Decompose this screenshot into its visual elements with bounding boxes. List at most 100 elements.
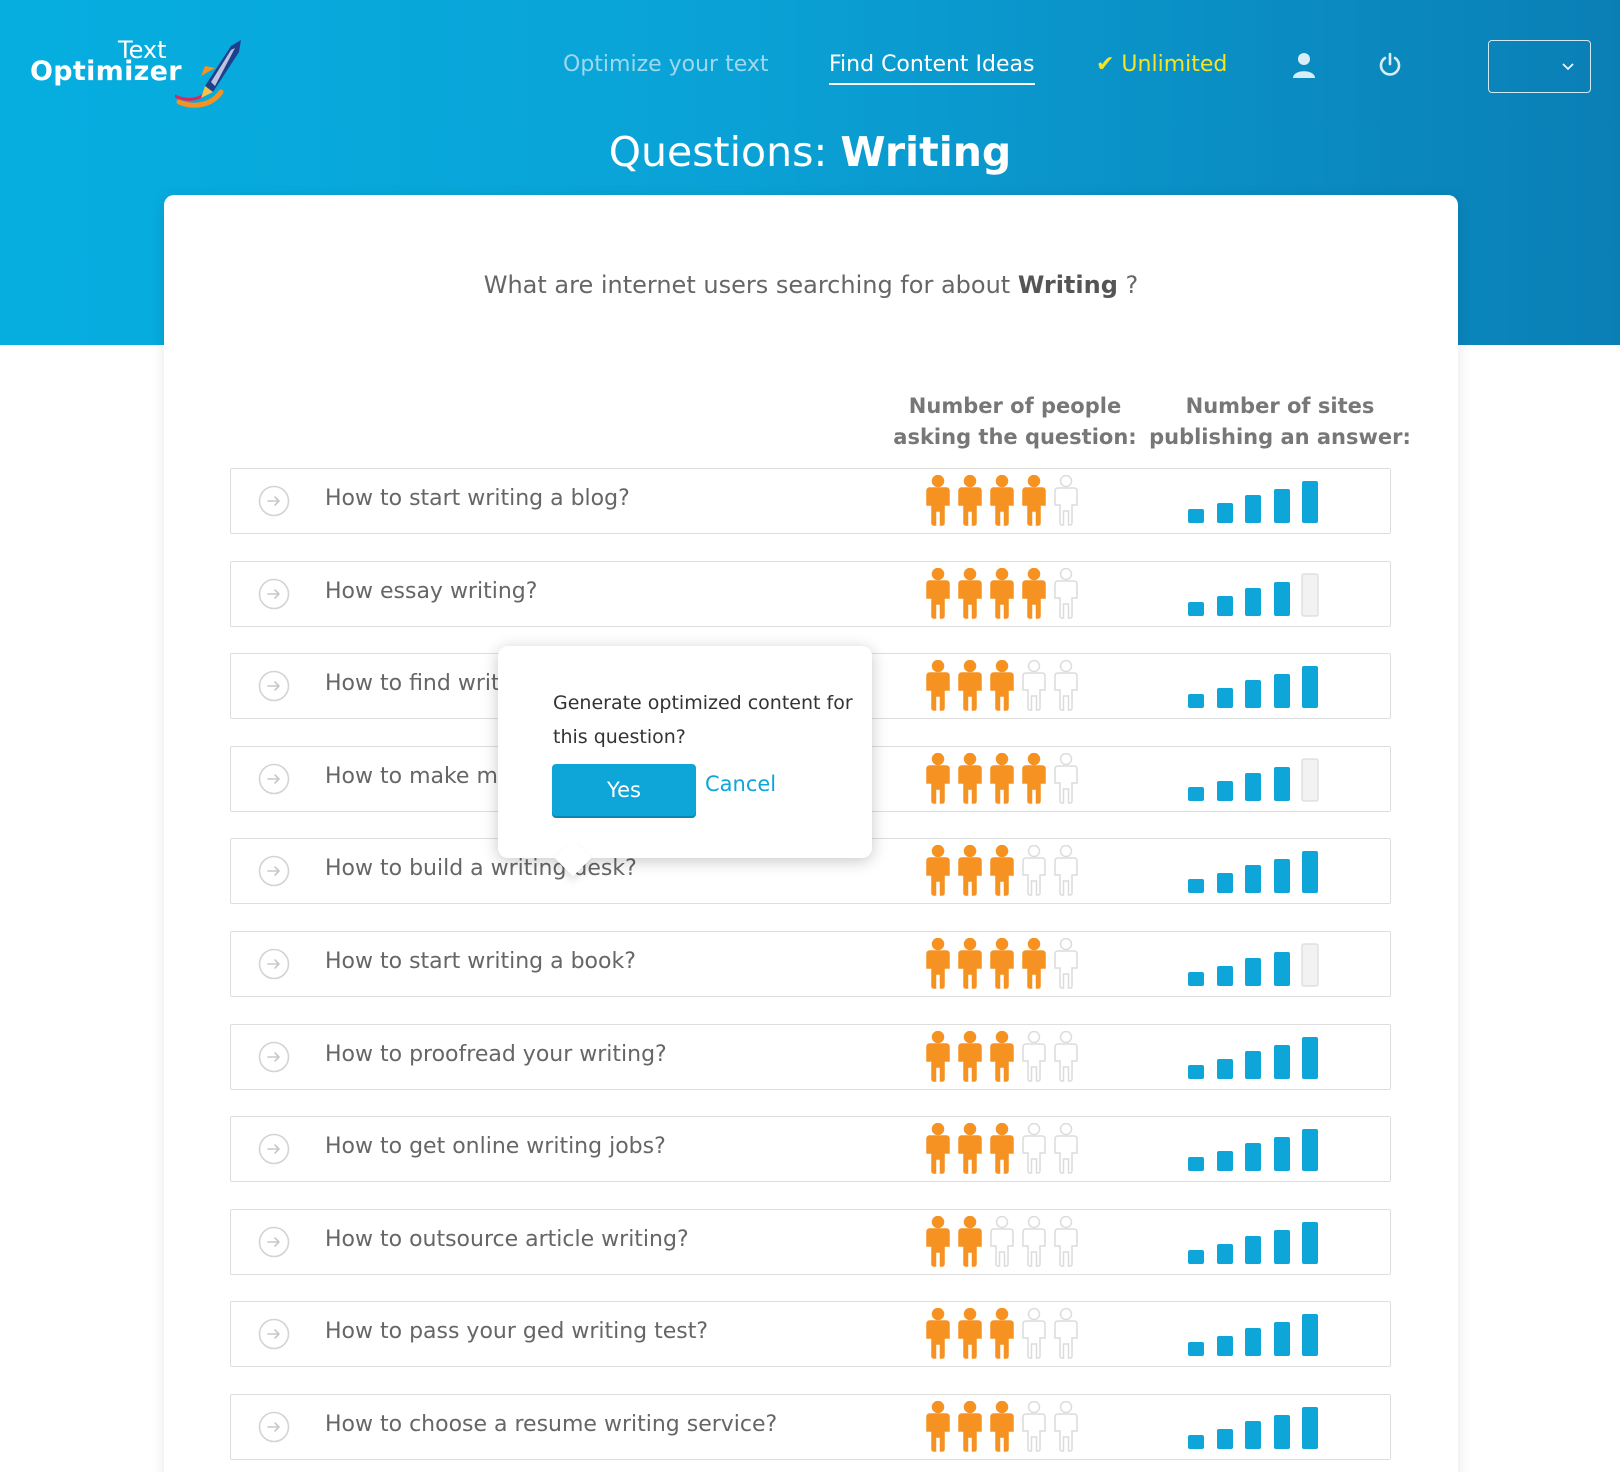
arrow-right-circle-icon[interactable] <box>258 578 290 610</box>
arrow-right-circle-icon[interactable] <box>258 1133 290 1165</box>
site-bar-active <box>1188 879 1204 894</box>
person-icon-active <box>958 1401 982 1452</box>
sites-rating <box>1188 481 1318 523</box>
cancel-button[interactable]: Cancel <box>705 772 776 796</box>
site-bar-active <box>1245 495 1261 523</box>
person-icon-active <box>958 567 982 619</box>
site-bar-active <box>1274 1044 1290 1079</box>
person-icon-inactive <box>1054 752 1078 804</box>
generate-content-popover: Generate optimized content for this ques… <box>498 646 872 877</box>
arrow-right-circle-icon[interactable] <box>258 1226 290 1258</box>
arrow-right-circle-icon[interactable] <box>258 670 290 702</box>
site-bar-active <box>1245 772 1261 801</box>
language-select[interactable] <box>1488 40 1591 93</box>
arrow-right-circle-icon[interactable] <box>258 948 290 980</box>
person-icon-inactive <box>1022 1030 1046 1082</box>
person-icon-active <box>926 752 950 804</box>
question-row[interactable]: How to choose a resume writing service? <box>230 1394 1391 1460</box>
site-bar-active <box>1274 489 1290 523</box>
user-icon[interactable] <box>1292 52 1316 78</box>
column-header-sites-line1: Number of sites <box>1185 394 1375 418</box>
person-icon-active <box>958 938 982 989</box>
person-icon-inactive <box>1022 1215 1046 1267</box>
site-bar-active <box>1188 694 1204 709</box>
text-optimizer-logo[interactable]: Text Optimizer <box>30 36 241 110</box>
site-bar-active <box>1217 1336 1233 1357</box>
arrow-right-circle-icon[interactable] <box>258 1318 290 1350</box>
chevron-down-icon <box>1562 63 1574 71</box>
site-bar-active <box>1188 601 1204 616</box>
site-bar-active <box>1274 952 1290 986</box>
site-bar-active <box>1245 1143 1261 1172</box>
question-row[interactable]: How to get online writing jobs? <box>230 1116 1391 1183</box>
person-icon-active <box>990 845 1014 897</box>
site-bar-active <box>1217 1429 1233 1449</box>
site-bar-active <box>1217 1151 1233 1172</box>
sites-rating <box>1188 1129 1318 1172</box>
people-rating <box>926 567 1078 619</box>
site-bar-active <box>1217 688 1233 709</box>
person-icon-inactive <box>1022 660 1046 711</box>
site-bar-active <box>1274 674 1290 709</box>
person-icon-active <box>958 1308 982 1360</box>
question-row[interactable]: How to proofread your writing? <box>230 1023 1391 1090</box>
question-text: How essay writing? <box>325 578 538 604</box>
arrow-right-circle-icon[interactable] <box>258 485 290 517</box>
site-bar-active <box>1245 1235 1261 1264</box>
question-text: How to proofread your writing? <box>325 1041 667 1067</box>
question-text: How to choose a resume writing service? <box>325 1412 778 1437</box>
site-bar-active <box>1188 1157 1204 1172</box>
column-header-people-line1: Number of people <box>908 394 1122 418</box>
person-icon-active <box>990 475 1014 526</box>
site-bar-active <box>1274 1229 1290 1264</box>
page-title: Questions: Writing <box>0 128 1620 176</box>
column-header-people: Number of people asking the question: <box>880 391 1150 453</box>
person-icon-inactive <box>1054 845 1078 897</box>
question-row[interactable]: How to start writing a blog? <box>230 468 1391 534</box>
site-bar-active <box>1245 1421 1261 1449</box>
person-icon-inactive <box>1054 567 1078 619</box>
site-bar-active <box>1245 865 1261 894</box>
site-bar-active <box>1302 1221 1318 1264</box>
subtitle-prefix: What are internet users searching for ab… <box>483 271 1018 299</box>
person-icon-inactive <box>1022 1123 1046 1174</box>
person-icon-inactive <box>1054 475 1078 526</box>
site-bar-active <box>1188 1249 1204 1264</box>
person-icon-active <box>958 1030 982 1082</box>
unlimited-plan-badge[interactable]: ✔ Unlimited <box>1096 52 1227 77</box>
people-rating <box>926 1123 1078 1174</box>
nav-find-content-ideas[interactable]: Find Content Ideas <box>829 52 1035 85</box>
person-icon-inactive <box>1054 1030 1078 1082</box>
logo-text-bottom: Optimizer <box>30 56 182 87</box>
people-rating <box>926 660 1078 711</box>
yes-button[interactable]: Yes <box>552 764 696 816</box>
pencil-rocket-icon <box>175 40 241 108</box>
question-text: How to get online writing jobs? <box>325 1134 666 1160</box>
question-row[interactable]: How to outsource article writing? <box>230 1208 1391 1275</box>
sites-rating <box>1188 1036 1318 1079</box>
nav-optimize-your-text[interactable]: Optimize your text <box>563 52 769 77</box>
person-icon-inactive <box>1022 1401 1046 1452</box>
people-rating <box>926 1308 1078 1360</box>
site-bar-inactive <box>1301 758 1319 802</box>
arrow-right-circle-icon[interactable] <box>258 1411 290 1443</box>
arrow-right-circle-icon[interactable] <box>258 855 290 887</box>
person-icon-active <box>990 752 1014 804</box>
question-row[interactable]: How essay writing? <box>230 560 1391 627</box>
site-bar-active <box>1274 766 1290 801</box>
arrow-right-circle-icon[interactable] <box>258 763 290 795</box>
person-icon-active <box>1022 752 1046 804</box>
person-icon-active <box>990 1030 1014 1082</box>
sites-rating <box>1188 758 1319 802</box>
question-row[interactable]: How to pass your ged writing test? <box>230 1301 1391 1368</box>
person-icon-active <box>926 1030 950 1082</box>
person-icon-active <box>926 660 950 711</box>
person-icon-active <box>958 475 982 526</box>
person-icon-inactive <box>1054 1123 1078 1174</box>
power-icon[interactable] <box>1378 52 1402 78</box>
site-bar-active <box>1245 958 1261 986</box>
site-bar-active <box>1274 1322 1290 1357</box>
person-icon-active <box>958 845 982 897</box>
question-row[interactable]: How to start writing a book? <box>230 931 1391 997</box>
arrow-right-circle-icon[interactable] <box>258 1041 290 1073</box>
